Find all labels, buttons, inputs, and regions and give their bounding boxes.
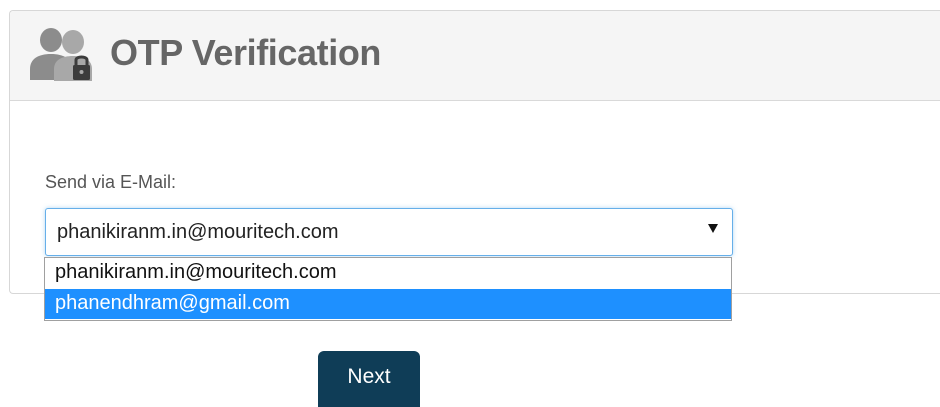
users-lock-icon-graphic [30, 28, 92, 81]
email-dropdown-list: phanikiranm.in@mouritech.com phanendhram… [44, 257, 732, 321]
panel-header: OTP Verification [10, 11, 940, 101]
send-via-email-label: Send via E-Mail: [45, 172, 177, 192]
page-title: OTP Verification [110, 32, 382, 73]
dropdown-arrow-icon [708, 224, 718, 233]
users-lock-icon [26, 25, 96, 85]
otp-verification-panel: OTP Verification Send via E-Mail: phanik… [9, 10, 940, 294]
email-select-value: phanikiranm.in@mouritech.com [57, 221, 339, 243]
next-button[interactable]: Next [318, 351, 420, 407]
email-option-gmail[interactable]: phanendhram@gmail.com [45, 289, 731, 319]
email-option-mouritech[interactable]: phanikiranm.in@mouritech.com [45, 258, 731, 288]
email-select[interactable]: phanikiranm.in@mouritech.com [45, 208, 733, 256]
